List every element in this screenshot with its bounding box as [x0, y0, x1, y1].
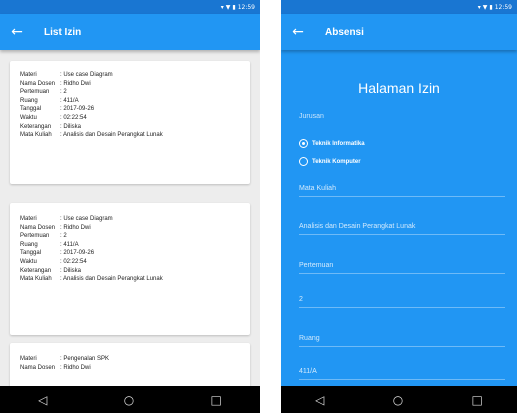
card-row: Keterangan: Diliska: [20, 267, 82, 274]
card-row: Waktu: 02:22:54: [20, 114, 87, 121]
nav-recents-icon[interactable]: □: [472, 393, 483, 407]
system-nav-bar: ◁ ○ □: [0, 386, 260, 413]
battery-icon: ▮: [489, 3, 493, 11]
ruang-value-field[interactable]: 411/A: [299, 368, 505, 380]
card-row: Nama Dosen: Ridho Dwi: [20, 364, 91, 371]
izin-card[interactable]: Materi: Use case Diagram Nama Dosen: Rid…: [10, 61, 250, 184]
radio-checked-icon: [299, 139, 308, 148]
nav-back-icon[interactable]: ◁: [315, 393, 324, 407]
pertemuan-value-field[interactable]: 2: [299, 296, 505, 308]
radio-unchecked-icon: [299, 157, 308, 166]
card-row: Nama Dosen: Ridho Dwi: [20, 224, 91, 231]
pertemuan-field[interactable]: Pertemuan: [299, 262, 505, 274]
card-row: Materi: Use case Diagram: [20, 216, 113, 222]
system-nav-bar: ◁ ○ □: [281, 386, 517, 413]
card-row: Nama Dosen: Ridho Dwi: [20, 80, 91, 87]
status-time: 12:59: [494, 3, 512, 11]
card-row: Ruang: 411/A: [20, 97, 79, 104]
card-row: Mata Kuliah: Analisis dan Desain Perangk…: [20, 132, 163, 139]
nav-recents-icon[interactable]: □: [211, 393, 222, 407]
status-time: 12:59: [237, 3, 255, 11]
mata-kuliah-field[interactable]: Mata Kuliah: [299, 185, 505, 197]
back-arrow-icon[interactable]: ←: [281, 24, 315, 40]
izin-list[interactable]: Materi: Use case Diagram Nama Dosen: Rid…: [0, 50, 260, 386]
card-row: Keterangan: Diliska: [20, 123, 82, 130]
list-izin-screen: ▾ ▼ ▮ 12:59 ← List Izin Materi: Use case…: [0, 0, 260, 413]
izin-card[interactable]: Materi: Use case Diagram Nama Dosen: Rid…: [10, 203, 250, 335]
card-row: Mata Kuliah: Analisis dan Desain Perangk…: [20, 276, 163, 283]
app-bar: ← Absensi: [281, 14, 517, 50]
status-bar: ▾ ▼ ▮ 12:59: [0, 0, 260, 14]
radio-teknik-komputer[interactable]: Teknik Komputer: [299, 157, 361, 166]
card-row: Pertemuan: 2: [20, 89, 67, 96]
nav-home-icon[interactable]: ○: [124, 393, 134, 407]
card-row: Materi: Use case Diagram: [20, 72, 113, 78]
wifi-icon: ▼: [225, 3, 231, 11]
card-row: Pertemuan: 2: [20, 233, 67, 240]
app-bar-title: Absensi: [325, 26, 364, 38]
radio-teknik-informatika[interactable]: Teknik Informatika: [299, 139, 365, 148]
battery-icon: ▮: [232, 3, 236, 11]
card-row: Waktu: 02:22:54: [20, 258, 87, 265]
back-arrow-icon[interactable]: ←: [0, 24, 34, 40]
app-bar: ← List Izin: [0, 14, 260, 50]
absensi-screen: ▾ ▼ ▮ 12:59 ← Absensi Halaman Izin Jurus…: [281, 0, 517, 413]
nav-home-icon[interactable]: ○: [393, 393, 403, 407]
izin-card[interactable]: Materi: Pengenalan SPK Nama Dosen: Ridho…: [10, 343, 250, 386]
ruang-field[interactable]: Ruang: [299, 335, 505, 347]
wifi-icon: ▼: [482, 3, 488, 11]
nav-back-icon[interactable]: ◁: [38, 393, 47, 407]
card-row: Materi: Pengenalan SPK: [20, 356, 110, 362]
app-bar-title: List Izin: [44, 26, 82, 38]
status-bar: ▾ ▼ ▮ 12:59: [281, 0, 517, 14]
card-row: Tanggal: 2017-09-26: [20, 106, 95, 113]
mata-kuliah-value-field[interactable]: Analisis dan Desain Perangkat Lunak: [299, 223, 505, 235]
card-row: Ruang: 411/A: [20, 241, 79, 248]
signal-icon: ▾: [220, 3, 224, 11]
signal-icon: ▾: [477, 3, 481, 11]
jurusan-label: Jurusan: [299, 113, 324, 120]
page-title: Halaman Izin: [358, 80, 440, 96]
izin-form: Halaman Izin Jurusan Teknik Informatika …: [281, 50, 517, 386]
card-row: Tanggal: 2017-09-26: [20, 250, 95, 257]
